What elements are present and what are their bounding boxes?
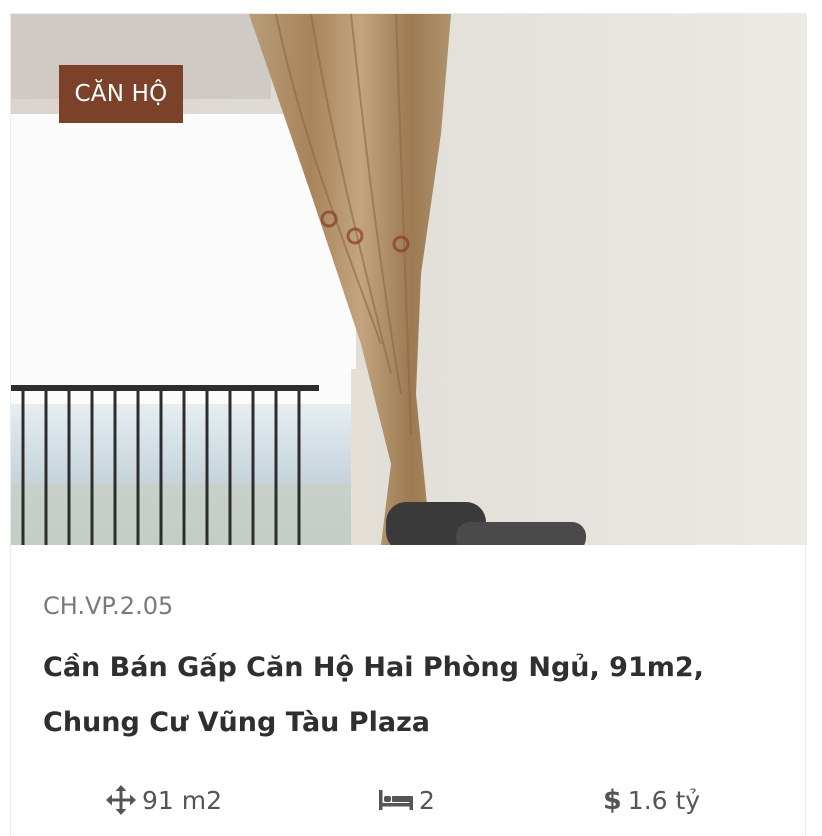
listing-title[interactable]: Cần Bán Gấp Căn Hộ Hai Phòng Ngủ, 91m2, … (43, 640, 763, 750)
bedrooms-info: 2 (379, 782, 435, 818)
area-info: 91 m2 (106, 782, 222, 818)
price-value: 1.6 tỷ (627, 785, 701, 815)
bedrooms-value: 2 (419, 785, 435, 815)
price-info: $ 1.6 tỷ (603, 782, 700, 818)
listing-card[interactable]: CĂN HỘ CH.VP.2.05 Cần Bán Gấp Căn Hộ Hai… (10, 13, 807, 836)
category-badge[interactable]: CĂN HỘ (59, 65, 183, 123)
listing-photo[interactable]: CĂN HỘ (11, 14, 807, 545)
move-arrows-icon (106, 785, 136, 815)
bed-icon (379, 788, 413, 812)
listing-code: CH.VP.2.05 (43, 592, 174, 620)
dollar-icon: $ (603, 784, 622, 816)
area-value: 91 m2 (142, 785, 223, 815)
